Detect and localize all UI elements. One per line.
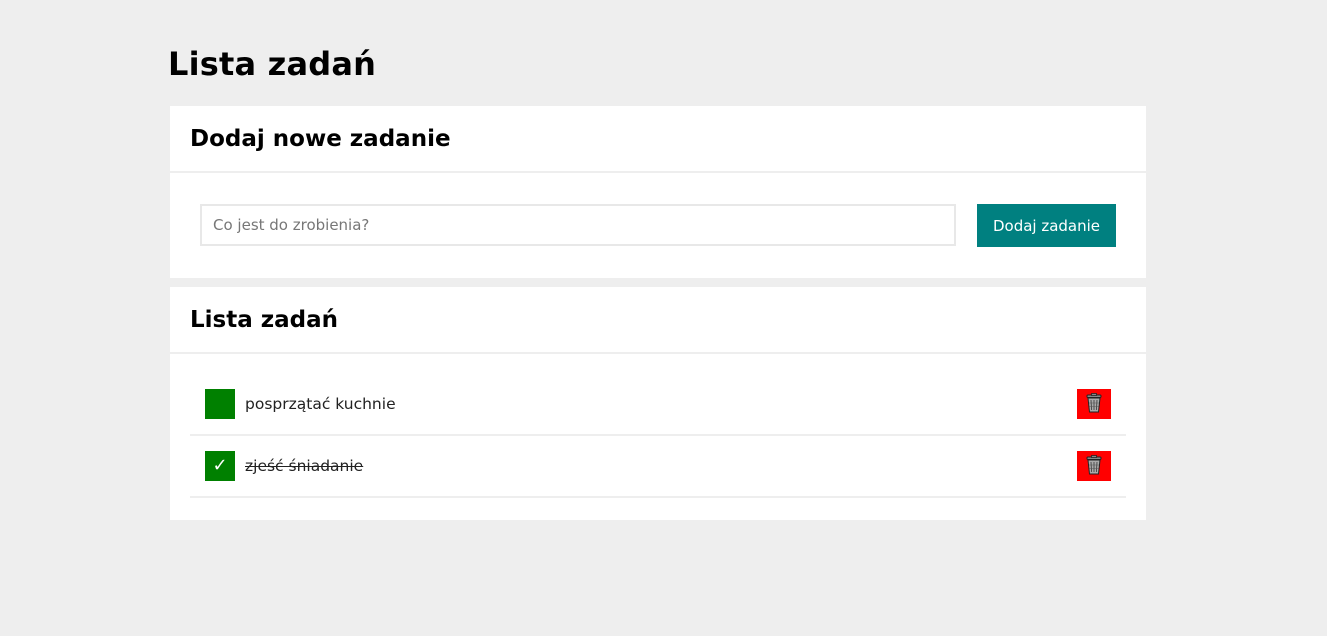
add-task-heading: Dodaj nowe zadanie bbox=[190, 125, 451, 152]
new-task-input[interactable] bbox=[200, 204, 956, 246]
task-list-heading: Lista zadań bbox=[190, 306, 339, 333]
add-task-header: Dodaj nowe zadanie bbox=[170, 106, 1146, 173]
delete-task-button[interactable] bbox=[1077, 451, 1111, 481]
task-list: posprzątać kuchnie ✓ zjeść śniadanie bbox=[170, 354, 1146, 498]
task-item: ✓ zjeść śniadanie bbox=[190, 436, 1126, 498]
task-text: zjeść śniadanie bbox=[245, 457, 364, 475]
page: Lista zadań Dodaj nowe zadanie Dodaj zad… bbox=[0, 0, 1327, 636]
task-text: posprzątać kuchnie bbox=[245, 395, 396, 413]
task-list-card: Lista zadań posprzątać kuchnie ✓ zjeść ś… bbox=[170, 287, 1146, 520]
task-toggle-button[interactable] bbox=[205, 389, 235, 419]
add-task-button[interactable]: Dodaj zadanie bbox=[977, 204, 1116, 247]
trash-icon bbox=[1085, 392, 1103, 416]
add-task-form: Dodaj zadanie bbox=[170, 173, 1146, 278]
trash-icon bbox=[1085, 454, 1103, 478]
check-icon: ✓ bbox=[212, 455, 228, 476]
task-item: posprzątać kuchnie bbox=[190, 374, 1126, 436]
task-list-header: Lista zadań bbox=[170, 287, 1146, 354]
add-task-card: Dodaj nowe zadanie Dodaj zadanie bbox=[170, 106, 1146, 278]
task-toggle-button[interactable]: ✓ bbox=[205, 451, 235, 481]
delete-task-button[interactable] bbox=[1077, 389, 1111, 419]
page-title: Lista zadań bbox=[168, 45, 377, 83]
